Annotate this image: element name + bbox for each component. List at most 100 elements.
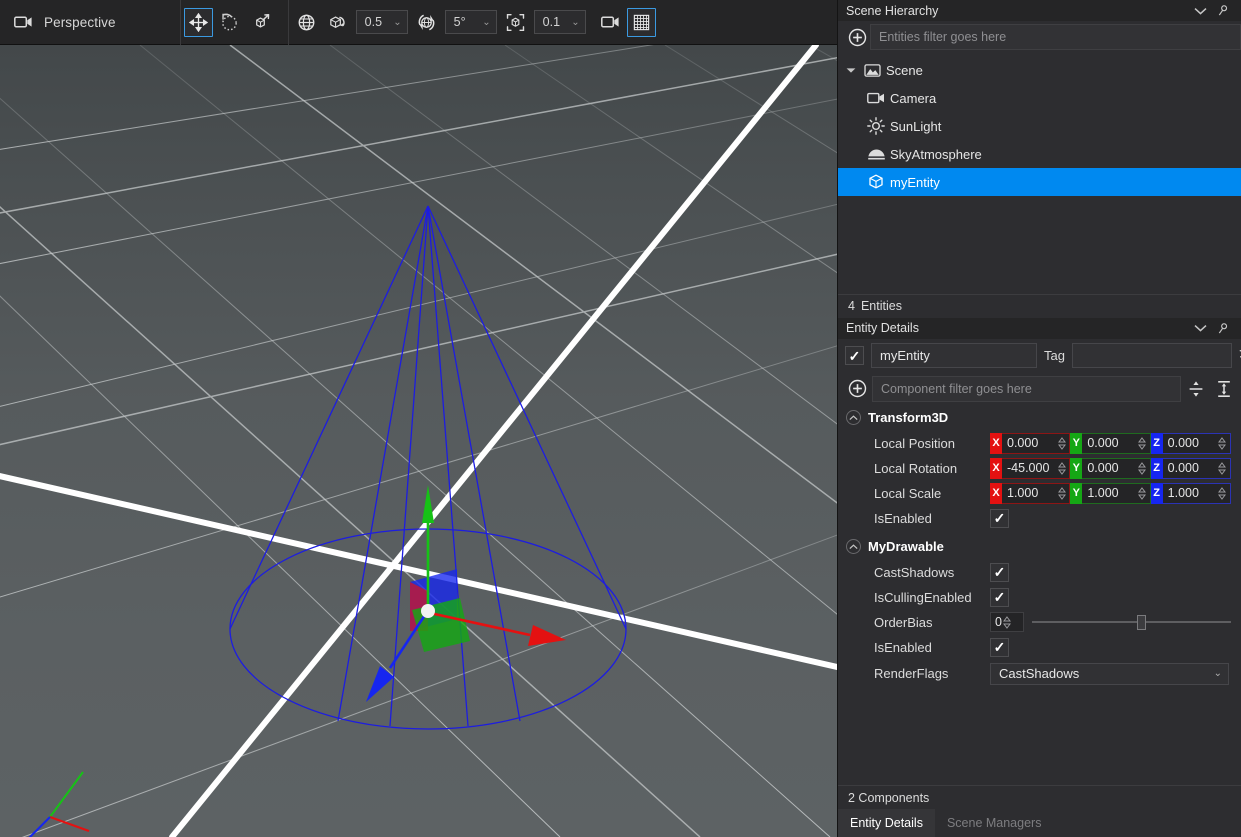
tree-item-scene[interactable]: Scene — [838, 56, 1241, 84]
vector3-y-cell[interactable]: Y 0.000 — [1070, 432, 1151, 454]
component-header-mydrawable[interactable]: MyDrawable — [838, 534, 1241, 560]
vector3-x-cell[interactable]: X -45.000 — [990, 457, 1071, 479]
tab-entity-details[interactable]: Entity Details — [838, 809, 935, 837]
castshadows-checkbox[interactable]: ✓ — [990, 562, 1009, 582]
slider-thumb[interactable] — [1137, 615, 1147, 630]
spinner-icon[interactable] — [1137, 461, 1148, 475]
axis-x-label: X — [990, 432, 1002, 454]
grid-icon — [632, 13, 651, 32]
orderbias-number-field[interactable]: 0 — [990, 612, 1024, 632]
property-label: Local Rotation — [874, 460, 958, 476]
collapse-all-icon[interactable] — [1183, 376, 1209, 402]
scale-snap-combo[interactable]: 0.1 ⌄ — [533, 10, 586, 34]
property-label: IsEnabled — [874, 639, 932, 655]
move-arrows-icon — [188, 12, 208, 32]
translate-tool-button[interactable] — [183, 7, 213, 37]
vector3-y-cell[interactable]: Y 1.000 — [1070, 482, 1151, 504]
tab-scene-managers[interactable]: Scene Managers — [934, 809, 1054, 837]
local-rotation-x-value: -45.000 — [1007, 461, 1050, 475]
pin-icon[interactable] — [1211, 322, 1233, 335]
component-filter-row — [838, 373, 1241, 405]
spinner-icon[interactable] — [1056, 461, 1067, 475]
spinner-icon[interactable] — [1217, 436, 1228, 450]
plus-circle-icon[interactable] — [844, 376, 870, 402]
toolbar-divider-2 — [287, 0, 289, 45]
chevron-down-icon[interactable] — [1189, 7, 1211, 15]
bottom-tab-bar: Entity Details Scene Managers — [838, 809, 1241, 837]
vector3-x-cell[interactable]: X 1.000 — [990, 482, 1071, 504]
pivot-mode-button[interactable] — [323, 8, 352, 37]
world-space-toggle-button[interactable] — [292, 8, 321, 37]
spinner-icon[interactable] — [1137, 486, 1148, 500]
camera-settings-button[interactable] — [596, 8, 625, 37]
transform-isenabled-checkbox[interactable]: ✓ — [990, 508, 1009, 528]
tree-item-myentity[interactable]: myEntity — [838, 168, 1241, 196]
property-row-castshadows: CastShadows ✓ — [838, 560, 1241, 585]
axis-x-label: X — [990, 457, 1002, 479]
entity-name-input[interactable] — [871, 343, 1037, 368]
spinner-icon[interactable] — [1217, 486, 1228, 500]
spinner-icon[interactable] — [1002, 615, 1013, 629]
chevron-down-icon[interactable] — [1189, 324, 1211, 332]
tag-label: Tag — [1044, 348, 1065, 363]
spinner-icon[interactable] — [1217, 461, 1228, 475]
chevron-up-icon[interactable] — [846, 539, 861, 554]
chevron-up-icon[interactable] — [846, 410, 861, 425]
axis-z-label: Z — [1150, 432, 1163, 454]
vector3-x-cell[interactable]: X 0.000 — [990, 432, 1071, 454]
orderbias-slider[interactable] — [1032, 612, 1231, 632]
spinner-icon[interactable] — [1056, 486, 1067, 500]
component-header-transform3d[interactable]: Transform3D — [838, 405, 1241, 431]
viewport-camera-name: Perspective — [44, 14, 116, 30]
vector3-z-cell[interactable]: Z 0.000 — [1150, 432, 1231, 454]
pin-icon[interactable] — [1211, 4, 1233, 17]
expand-all-icon[interactable] — [1211, 376, 1237, 402]
local-scale-y-value: 1.000 — [1087, 486, 1119, 500]
drawable-isenabled-checkbox[interactable]: ✓ — [990, 637, 1009, 657]
property-row-local-position: Local Position X 0.000 Y 0.000 Z 0.000 — [838, 431, 1241, 456]
spinner-icon[interactable] — [1137, 436, 1148, 450]
viewport-3d-scene[interactable] — [0, 45, 837, 837]
tree-item-camera[interactable]: Camera — [838, 84, 1241, 112]
tab-label: Scene Managers — [946, 816, 1042, 830]
property-label: Local Position — [874, 435, 955, 451]
scale-snap-value: 0.1 — [542, 15, 561, 29]
tree-item-label: SkyAtmosphere — [890, 146, 982, 162]
gizmo-mode-group — [183, 7, 276, 37]
vector3-y-cell[interactable]: Y 0.000 — [1070, 457, 1151, 479]
vector3-z-cell[interactable]: Z 0.000 — [1150, 457, 1231, 479]
component-filter-input[interactable] — [872, 375, 1181, 402]
tree-item-skyatmosphere[interactable]: SkyAtmosphere — [838, 140, 1241, 168]
orderbias-value: 0 — [995, 615, 1002, 629]
chevron-down-icon: ⌄ — [393, 16, 402, 28]
renderflags-select[interactable]: CastShadows ⌄ — [990, 662, 1229, 685]
isculling-enabled-checkbox[interactable]: ✓ — [990, 587, 1009, 607]
local-scale-z-value: 1.000 — [1167, 486, 1199, 500]
chevron-down-icon: ⌄ — [1213, 668, 1222, 679]
tree-item-sunlight[interactable]: SunLight — [838, 112, 1241, 140]
tree-item-label: Camera — [890, 90, 937, 106]
entity-tag-input[interactable] — [1071, 343, 1232, 368]
spinner-icon[interactable] — [1056, 436, 1067, 450]
rotate-snap-button[interactable] — [412, 8, 441, 37]
scale-tool-button[interactable] — [246, 8, 275, 37]
property-label: OrderBias — [874, 614, 933, 630]
vector3-z-cell[interactable]: Z 1.000 — [1150, 482, 1231, 504]
entity-name-row: ✓ Tag — [838, 339, 1241, 373]
translate-snap-combo[interactable]: 0.5 ⌄ — [355, 10, 408, 34]
rotate-tool-button[interactable] — [215, 8, 244, 37]
entity-enabled-checkbox[interactable]: ✓ — [845, 346, 864, 365]
grid-toggle-button[interactable] — [626, 7, 656, 37]
entity-count: 4 — [848, 299, 855, 313]
plus-circle-icon[interactable] — [844, 24, 870, 50]
property-label: IsCullingEnabled — [874, 589, 972, 605]
local-position-y-value: 0.000 — [1087, 436, 1119, 450]
chevron-down-icon[interactable] — [842, 67, 860, 74]
entities-filter-input[interactable] — [870, 24, 1241, 50]
axis-y-label: Y — [1070, 457, 1083, 479]
check-icon: ✓ — [993, 510, 1006, 526]
scale-snap-button[interactable] — [501, 8, 530, 37]
rotate-snap-combo[interactable]: 5° ⌄ — [444, 10, 497, 34]
camera-icon — [14, 15, 33, 29]
translate-snap-value: 0.5 — [364, 15, 383, 29]
